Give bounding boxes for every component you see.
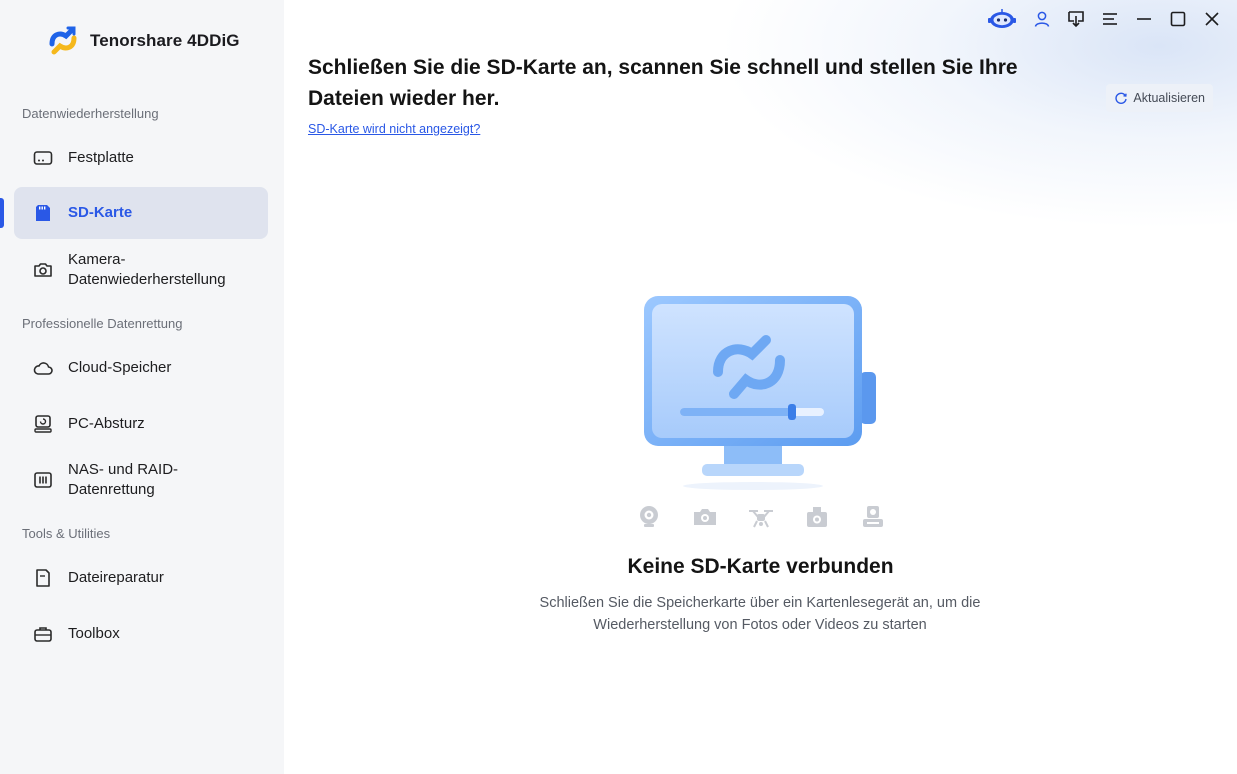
section-label-tools-utilities: Tools & Utilities <box>22 526 111 541</box>
sidebar-item-festplatte[interactable]: Festplatte <box>14 136 268 180</box>
refresh-button[interactable]: Aktualisieren <box>1106 84 1213 112</box>
4ddig-logo-icon <box>49 26 77 55</box>
section-label-professionelle-datenrettung: Professionelle Datenrettung <box>22 316 183 331</box>
menu-icon[interactable] <box>1099 8 1121 30</box>
sidebar-item-label: SD-Karte <box>68 204 133 221</box>
sidebar-item-kamera[interactable]: Kamera- Datenwiederherstellung <box>14 246 268 294</box>
sidebar-item-sd-karte[interactable]: SD-Karte <box>14 187 268 239</box>
assistant-robot-icon[interactable] <box>987 8 1017 30</box>
minimize-icon[interactable] <box>1133 8 1155 30</box>
section-label-datenwiederherstellung: Datenwiederherstellung <box>22 106 159 121</box>
close-icon[interactable] <box>1201 8 1223 30</box>
camera-icon <box>32 259 54 281</box>
sidebar: Tenorshare 4DDiG Datenwiederherstellung … <box>0 0 284 774</box>
sidebar-item-label: PC-Absturz <box>68 415 145 432</box>
cloud-icon <box>32 357 54 379</box>
empty-state-title: Keine SD-Karte verbunden <box>627 555 894 578</box>
maximize-icon[interactable] <box>1167 8 1189 30</box>
sidebar-item-cloud-speicher[interactable]: Cloud-Speicher <box>14 346 268 390</box>
sidebar-item-nas-raid[interactable]: NAS- und RAID- Datenrettung <box>14 456 268 504</box>
supported-devices <box>636 504 886 530</box>
account-icon[interactable] <box>1031 8 1053 30</box>
header-background <box>717 0 1237 230</box>
sidebar-item-label: NAS- und RAID- Datenrettung <box>68 461 179 498</box>
empty-state-description: Schließen Sie die Speicherkarte über ein… <box>539 595 981 633</box>
hard-drive-icon <box>32 147 54 169</box>
sidebar-item-dateireparatur[interactable]: Dateireparatur <box>14 556 268 600</box>
dashcam-icon <box>860 504 886 530</box>
webcam-icon <box>636 504 662 530</box>
sidebar-item-label: Kamera- Datenwiederherstellung <box>68 251 226 288</box>
refresh-label: Aktualisieren <box>1133 91 1205 105</box>
sd-card-not-shown-link[interactable]: SD-Karte wird nicht angezeigt? <box>308 122 480 136</box>
file-repair-icon <box>32 567 54 589</box>
sidebar-item-pc-absturz[interactable]: PC-Absturz <box>14 402 268 446</box>
camera-icon <box>692 504 718 530</box>
sidebar-item-label: Toolbox <box>68 625 120 642</box>
action-camera-icon <box>804 504 830 530</box>
app-name: Tenorshare 4DDiG <box>90 31 240 50</box>
brand: Tenorshare 4DDiG <box>46 24 240 58</box>
sidebar-item-label: Cloud-Speicher <box>68 359 172 376</box>
main-panel: Schließen Sie die SD-Karte an, scannen S… <box>284 0 1237 774</box>
sidebar-item-toolbox[interactable]: Toolbox <box>14 612 268 656</box>
sd-card-icon <box>32 202 54 224</box>
sidebar-item-label: Festplatte <box>68 149 134 166</box>
page-title: Schließen Sie die SD-Karte an, scannen S… <box>308 56 1018 110</box>
drone-icon <box>748 504 774 530</box>
monitor-illustration <box>644 296 876 490</box>
pc-crash-icon <box>32 413 54 435</box>
window-controls <box>987 8 1223 30</box>
toolbox-icon <box>32 623 54 645</box>
refresh-icon <box>1115 92 1128 104</box>
nas-raid-icon <box>32 469 54 491</box>
active-indicator <box>0 198 4 228</box>
download-icon[interactable] <box>1065 8 1087 30</box>
sidebar-item-label: Dateireparatur <box>68 569 164 586</box>
